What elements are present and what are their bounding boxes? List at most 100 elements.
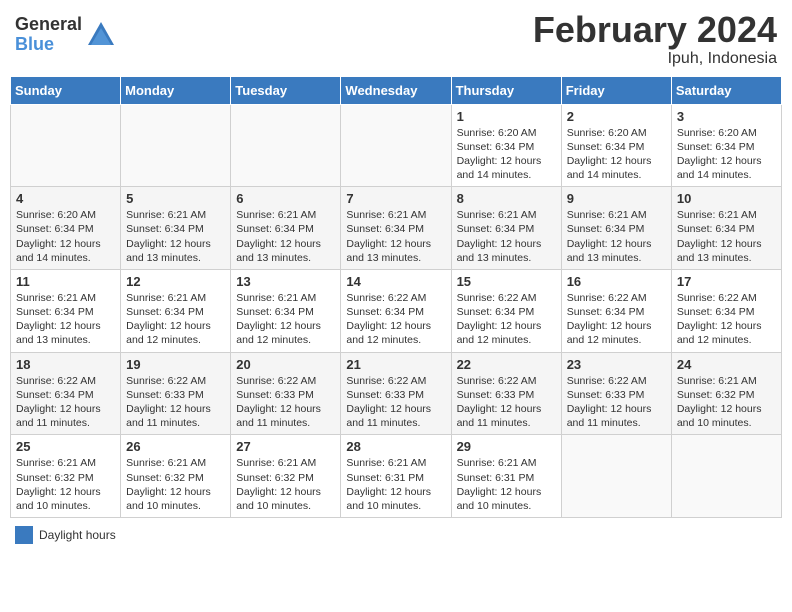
calendar-day-cell: 28 Sunrise: 6:21 AM Sunset: 6:31 PM Dayli… bbox=[341, 435, 451, 518]
day-info: Sunrise: 6:21 AM Sunset: 6:34 PM Dayligh… bbox=[457, 208, 556, 265]
day-number: 16 bbox=[567, 274, 666, 289]
logo-icon bbox=[86, 20, 116, 50]
day-number: 29 bbox=[457, 439, 556, 454]
day-number: 11 bbox=[16, 274, 115, 289]
calendar-day-cell: 4 Sunrise: 6:20 AM Sunset: 6:34 PM Daylig… bbox=[11, 187, 121, 270]
day-info: Sunrise: 6:21 AM Sunset: 6:31 PM Dayligh… bbox=[457, 456, 556, 513]
day-info: Sunrise: 6:21 AM Sunset: 6:34 PM Dayligh… bbox=[677, 208, 776, 265]
day-info: Sunrise: 6:22 AM Sunset: 6:33 PM Dayligh… bbox=[236, 374, 335, 431]
calendar-day-cell: 12 Sunrise: 6:21 AM Sunset: 6:34 PM Dayli… bbox=[121, 269, 231, 352]
calendar-day-cell: 7 Sunrise: 6:21 AM Sunset: 6:34 PM Daylig… bbox=[341, 187, 451, 270]
calendar-day-cell: 14 Sunrise: 6:22 AM Sunset: 6:34 PM Dayli… bbox=[341, 269, 451, 352]
calendar-day-cell: 9 Sunrise: 6:21 AM Sunset: 6:34 PM Daylig… bbox=[561, 187, 671, 270]
day-info: Sunrise: 6:22 AM Sunset: 6:34 PM Dayligh… bbox=[567, 291, 666, 348]
day-info: Sunrise: 6:21 AM Sunset: 6:34 PM Dayligh… bbox=[126, 208, 225, 265]
day-info: Sunrise: 6:21 AM Sunset: 6:34 PM Dayligh… bbox=[567, 208, 666, 265]
day-number: 10 bbox=[677, 191, 776, 206]
day-info: Sunrise: 6:21 AM Sunset: 6:34 PM Dayligh… bbox=[16, 291, 115, 348]
calendar-day-cell: 6 Sunrise: 6:21 AM Sunset: 6:34 PM Daylig… bbox=[231, 187, 341, 270]
day-info: Sunrise: 6:22 AM Sunset: 6:33 PM Dayligh… bbox=[457, 374, 556, 431]
day-number: 23 bbox=[567, 357, 666, 372]
header-day: Tuesday bbox=[231, 76, 341, 104]
header-row: SundayMondayTuesdayWednesdayThursdayFrid… bbox=[11, 76, 782, 104]
calendar-week-row: 4 Sunrise: 6:20 AM Sunset: 6:34 PM Daylig… bbox=[11, 187, 782, 270]
month-title: February 2024 bbox=[533, 10, 777, 50]
day-number: 9 bbox=[567, 191, 666, 206]
day-number: 20 bbox=[236, 357, 335, 372]
day-info: Sunrise: 6:22 AM Sunset: 6:33 PM Dayligh… bbox=[126, 374, 225, 431]
day-number: 7 bbox=[346, 191, 445, 206]
calendar-day-cell: 8Sunrise: 6:21 AM Sunset: 6:34 PM Daylig… bbox=[451, 187, 561, 270]
calendar-week-row: 11 Sunrise: 6:21 AM Sunset: 6:34 PM Dayli… bbox=[11, 269, 782, 352]
logo: General Blue bbox=[15, 15, 116, 55]
day-number: 13 bbox=[236, 274, 335, 289]
calendar-day-cell: 25 Sunrise: 6:21 AM Sunset: 6:32 PM Dayli… bbox=[11, 435, 121, 518]
calendar-day-cell: 26 Sunrise: 6:21 AM Sunset: 6:32 PM Dayli… bbox=[121, 435, 231, 518]
day-number: 6 bbox=[236, 191, 335, 206]
day-number: 3 bbox=[677, 109, 776, 124]
calendar-day-cell: 19 Sunrise: 6:22 AM Sunset: 6:33 PM Dayli… bbox=[121, 352, 231, 435]
calendar-table: SundayMondayTuesdayWednesdayThursdayFrid… bbox=[10, 76, 782, 518]
day-info: Sunrise: 6:20 AM Sunset: 6:34 PM Dayligh… bbox=[677, 126, 776, 183]
calendar-day-cell: 24 Sunrise: 6:21 AM Sunset: 6:32 PM Dayli… bbox=[671, 352, 781, 435]
day-number: 24 bbox=[677, 357, 776, 372]
day-number: 17 bbox=[677, 274, 776, 289]
calendar-week-row: 25 Sunrise: 6:21 AM Sunset: 6:32 PM Dayli… bbox=[11, 435, 782, 518]
calendar-day-cell: 3 Sunrise: 6:20 AM Sunset: 6:34 PM Daylig… bbox=[671, 104, 781, 187]
day-number: 28 bbox=[346, 439, 445, 454]
header-day: Thursday bbox=[451, 76, 561, 104]
calendar-day-cell: 16 Sunrise: 6:22 AM Sunset: 6:34 PM Dayli… bbox=[561, 269, 671, 352]
header-day: Saturday bbox=[671, 76, 781, 104]
calendar-day-cell: 2 Sunrise: 6:20 AM Sunset: 6:34 PM Daylig… bbox=[561, 104, 671, 187]
day-info: Sunrise: 6:21 AM Sunset: 6:34 PM Dayligh… bbox=[346, 208, 445, 265]
day-number: 4 bbox=[16, 191, 115, 206]
day-number: 26 bbox=[126, 439, 225, 454]
calendar-week-row: 18 Sunrise: 6:22 AM Sunset: 6:34 PM Dayli… bbox=[11, 352, 782, 435]
logo-general: General bbox=[15, 15, 82, 35]
calendar-day-cell: 10 Sunrise: 6:21 AM Sunset: 6:34 PM Dayli… bbox=[671, 187, 781, 270]
calendar-day-cell: 27Sunrise: 6:21 AM Sunset: 6:32 PM Dayli… bbox=[231, 435, 341, 518]
day-info: Sunrise: 6:21 AM Sunset: 6:32 PM Dayligh… bbox=[677, 374, 776, 431]
day-number: 5 bbox=[126, 191, 225, 206]
legend: Daylight hours bbox=[10, 526, 782, 544]
day-number: 2 bbox=[567, 109, 666, 124]
page-header: General Blue February 2024 Ipuh, Indones… bbox=[10, 10, 782, 68]
calendar-day-cell: 18 Sunrise: 6:22 AM Sunset: 6:34 PM Dayli… bbox=[11, 352, 121, 435]
location: Ipuh, Indonesia bbox=[533, 50, 777, 68]
day-info: Sunrise: 6:21 AM Sunset: 6:31 PM Dayligh… bbox=[346, 456, 445, 513]
day-info: Sunrise: 6:21 AM Sunset: 6:34 PM Dayligh… bbox=[126, 291, 225, 348]
header-day: Monday bbox=[121, 76, 231, 104]
day-number: 22 bbox=[457, 357, 556, 372]
calendar-day-cell bbox=[671, 435, 781, 518]
day-info: Sunrise: 6:22 AM Sunset: 6:34 PM Dayligh… bbox=[346, 291, 445, 348]
day-info: Sunrise: 6:20 AM Sunset: 6:34 PM Dayligh… bbox=[567, 126, 666, 183]
day-number: 19 bbox=[126, 357, 225, 372]
day-info: Sunrise: 6:20 AM Sunset: 6:34 PM Dayligh… bbox=[16, 208, 115, 265]
day-info: Sunrise: 6:21 AM Sunset: 6:34 PM Dayligh… bbox=[236, 208, 335, 265]
day-info: Sunrise: 6:22 AM Sunset: 6:33 PM Dayligh… bbox=[567, 374, 666, 431]
day-number: 12 bbox=[126, 274, 225, 289]
legend-box bbox=[15, 526, 33, 544]
title-block: February 2024 Ipuh, Indonesia bbox=[533, 10, 777, 68]
calendar-day-cell: 11 Sunrise: 6:21 AM Sunset: 6:34 PM Dayli… bbox=[11, 269, 121, 352]
legend-label: Daylight hours bbox=[39, 528, 116, 542]
day-info: Sunrise: 6:21 AM Sunset: 6:32 PM Dayligh… bbox=[236, 456, 335, 513]
calendar-day-cell bbox=[341, 104, 451, 187]
calendar-week-row: 1Sunrise: 6:20 AM Sunset: 6:34 PM Daylig… bbox=[11, 104, 782, 187]
day-info: Sunrise: 6:20 AM Sunset: 6:34 PM Dayligh… bbox=[457, 126, 556, 183]
day-info: Sunrise: 6:22 AM Sunset: 6:34 PM Dayligh… bbox=[16, 374, 115, 431]
day-info: Sunrise: 6:22 AM Sunset: 6:34 PM Dayligh… bbox=[457, 291, 556, 348]
day-info: Sunrise: 6:21 AM Sunset: 6:32 PM Dayligh… bbox=[16, 456, 115, 513]
day-number: 14 bbox=[346, 274, 445, 289]
day-info: Sunrise: 6:22 AM Sunset: 6:33 PM Dayligh… bbox=[346, 374, 445, 431]
day-number: 18 bbox=[16, 357, 115, 372]
day-number: 25 bbox=[16, 439, 115, 454]
calendar-day-cell bbox=[121, 104, 231, 187]
calendar-day-cell: 1Sunrise: 6:20 AM Sunset: 6:34 PM Daylig… bbox=[451, 104, 561, 187]
calendar-day-cell bbox=[231, 104, 341, 187]
day-info: Sunrise: 6:21 AM Sunset: 6:32 PM Dayligh… bbox=[126, 456, 225, 513]
calendar-day-cell: 21 Sunrise: 6:22 AM Sunset: 6:33 PM Dayli… bbox=[341, 352, 451, 435]
header-day: Sunday bbox=[11, 76, 121, 104]
calendar-day-cell: 17Sunrise: 6:22 AM Sunset: 6:34 PM Dayli… bbox=[671, 269, 781, 352]
day-number: 21 bbox=[346, 357, 445, 372]
